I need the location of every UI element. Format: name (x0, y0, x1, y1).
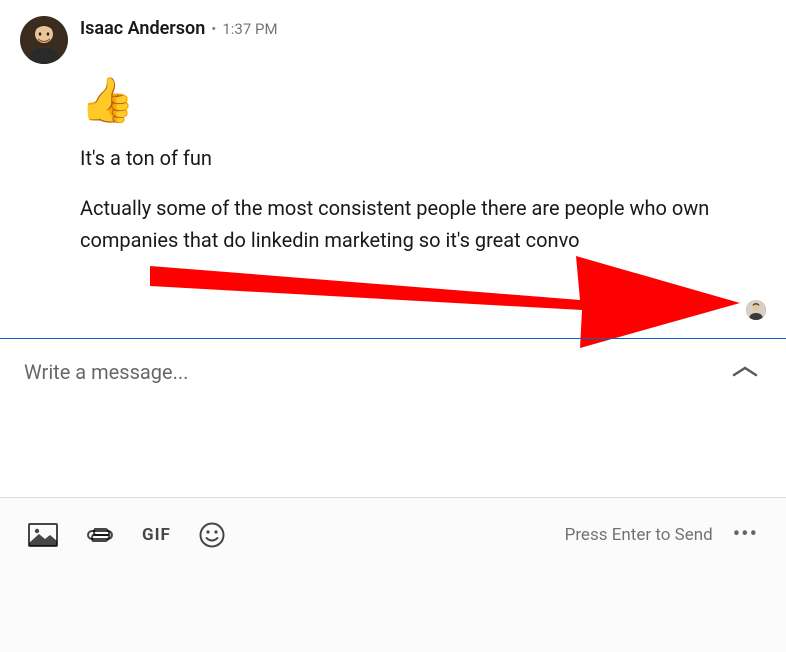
message-text-1: It's a ton of fun (80, 142, 720, 174)
compose-toolbar: GIF Press Enter to Send ••• (0, 497, 786, 652)
message-body: 👍 It's a ton of fun Actually some of the… (20, 64, 766, 256)
read-receipt[interactable] (746, 300, 766, 320)
sender-name[interactable]: Isaac Anderson (80, 18, 205, 39)
compose-area (0, 338, 786, 498)
thumbs-up-emoji: 👍 (80, 78, 766, 122)
gif-icon[interactable]: GIF (142, 525, 171, 545)
separator: • (211, 20, 216, 38)
toolbar-right: Press Enter to Send ••• (565, 522, 758, 547)
send-hint: Press Enter to Send (565, 525, 713, 545)
more-icon[interactable]: ••• (733, 522, 758, 547)
message-text-2: Actually some of the most consistent peo… (80, 192, 720, 256)
read-receipt-avatar (746, 300, 766, 320)
emoji-icon[interactable] (199, 522, 225, 548)
collapse-icon[interactable] (728, 360, 762, 387)
timestamp: 1:37 PM (222, 20, 277, 38)
toolbar-left: GIF (28, 522, 225, 548)
image-icon[interactable] (28, 523, 58, 547)
sender-line: Isaac Anderson • 1:37 PM (80, 18, 278, 39)
attachment-icon[interactable] (86, 527, 114, 543)
avatar[interactable] (20, 16, 68, 64)
avatar-image (20, 16, 68, 64)
message-header: Isaac Anderson • 1:37 PM (20, 16, 766, 64)
message-input[interactable] (24, 360, 728, 384)
message-block: Isaac Anderson • 1:37 PM 👍 It's a ton of… (0, 0, 786, 256)
